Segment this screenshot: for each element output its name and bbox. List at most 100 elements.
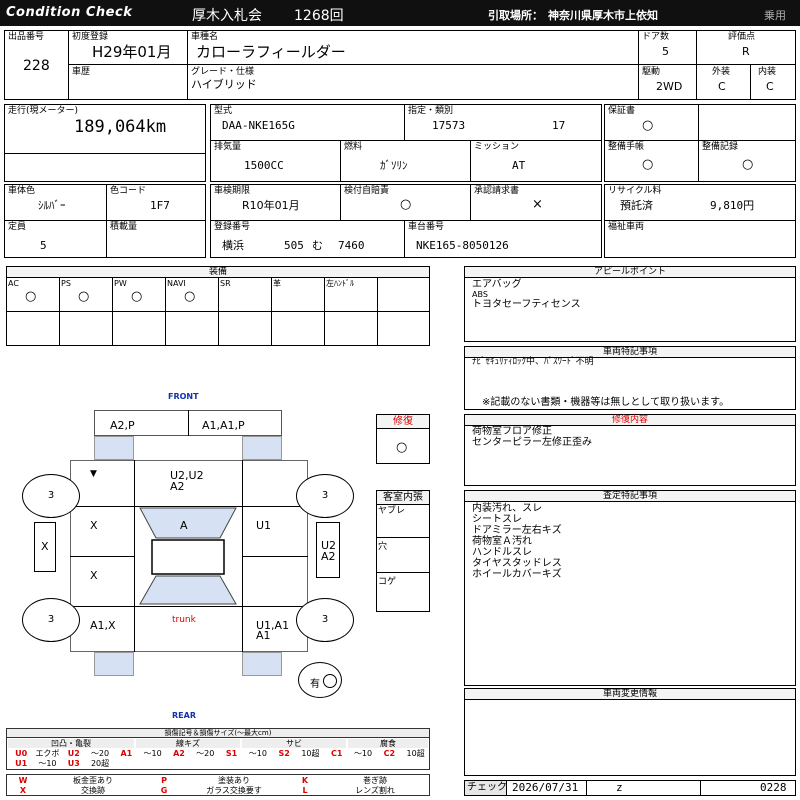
damage-front-left: A2,P — [110, 419, 135, 432]
legend-cell: U0 — [15, 749, 28, 758]
cabin-item: ヤブレ — [378, 506, 406, 516]
drive-label: 駆動 — [642, 67, 661, 77]
appeal-line: ABS — [472, 290, 488, 299]
inspection-note-line: ホイールカバーキズ — [472, 569, 562, 580]
legend-cell: S2 — [278, 749, 290, 758]
legend-cell: 〜20 — [196, 749, 215, 758]
fuel-label: 燃料 — [344, 142, 363, 152]
legend-cell: C1 — [331, 749, 343, 758]
plate-class: 505 — [284, 239, 304, 252]
legend-group: サビ — [242, 739, 346, 748]
exterior-label: 外装 — [712, 67, 731, 77]
inspection-note-line: タイヤスタッドレス — [472, 558, 562, 569]
first-reg-label: 初度登録 — [72, 32, 109, 42]
chassis-label: 車台番号 — [408, 222, 445, 232]
cabin-item: 穴 — [378, 542, 388, 552]
legend-cell: エクボ — [35, 749, 60, 758]
tire-rear-left: 3 — [22, 598, 80, 642]
interior-label: 内装 — [758, 67, 777, 77]
plate-number: 7460 — [338, 239, 365, 252]
equipment-label: 革 — [273, 279, 281, 288]
class-value: 17 — [552, 119, 566, 132]
inspection-label: 車検期限 — [214, 186, 251, 196]
legend-cell: C2 — [383, 749, 396, 758]
car-name-value: カローラフィールダー — [196, 43, 346, 61]
tire-rear-right: 3 — [296, 598, 354, 642]
damage-right-side-2: A2 — [321, 550, 336, 563]
notes-line-2: ※記載のない書類・機器等は無しとして取り扱います。 — [482, 397, 730, 408]
notes-line-1: ﾅﾋﾞｾｷｭﾘﾃｨﾛｯｸ中、ﾊﾟｽﾜｰﾄﾞ不明 — [472, 357, 594, 367]
legend-cell: 10超 — [301, 749, 320, 758]
spare-label: 有 — [310, 679, 320, 690]
inspection-notes-title: 査定特記事項 — [465, 491, 795, 502]
check-z: z — [616, 781, 623, 794]
header-bar: Condition Check 厚木入札会 1268回 引取場所： 神奈川県厚木… — [0, 0, 800, 26]
repair-detail-line: センターピラー左修正歪み — [472, 437, 592, 448]
legend-code-value: 交換跡 — [81, 786, 105, 795]
legend-code-key: L — [302, 786, 308, 795]
equipment-label: 左ﾊﾝﾄﾞﾙ — [326, 279, 354, 288]
check-date: 2026/07/31 — [512, 781, 579, 794]
fuel-value: ｶﾞｿﾘﾝ — [380, 159, 408, 172]
auction-session: 1268回 — [294, 8, 344, 24]
roof-glass — [139, 507, 237, 605]
appeal-title: アピールポイント — [465, 267, 795, 278]
legend-group: 凹凸・亀裂 — [8, 739, 134, 748]
welfare-label: 福祉車両 — [608, 222, 645, 232]
wiper-icon: ▼ — [90, 469, 97, 479]
lot-label: 出品番号 — [8, 32, 45, 42]
inspection-block — [210, 184, 602, 258]
score-label: 評価点 — [728, 32, 756, 42]
equipment-label: NAVI — [167, 279, 186, 288]
recycle-label: リサイクル料 — [608, 186, 662, 196]
plate-area: 横浜 — [222, 239, 244, 252]
damage-roof: A — [180, 519, 188, 532]
recycle-status: 預託済 — [620, 199, 653, 212]
legend-cell: 〜20 — [90, 749, 110, 758]
model-value: DAA-NKE165G — [222, 119, 295, 132]
legend-cell: S1 — [225, 749, 238, 758]
warranty-value: ○ — [642, 118, 654, 133]
interior-value: C — [766, 80, 774, 93]
legend-cell: 〜10 — [248, 749, 267, 758]
equipment-label: PS — [61, 279, 71, 288]
change-info-panel — [464, 688, 796, 776]
mileage-label: 走行(現メーター) — [8, 106, 79, 116]
warranty-label: 保証書 — [608, 106, 636, 116]
mission-value: AT — [512, 159, 526, 172]
load-label: 積載量 — [110, 222, 138, 232]
tire-front-right: 3 — [296, 474, 354, 518]
legend-code-value: レンズ割れ — [355, 786, 395, 795]
legend-cell: 〜10 — [38, 759, 57, 768]
inspection-note-line: ドアミラー左右キズ — [472, 525, 562, 536]
rear-fender-right — [242, 652, 282, 676]
damage-front-right: A1,A1,P — [202, 419, 245, 432]
doors-label: ドア数 — [642, 32, 670, 42]
legend-code-value: ガラス交換要す — [206, 786, 262, 795]
approval-value: × — [532, 197, 543, 212]
designation-label: 指定・類別 — [408, 106, 454, 116]
maintenance-label: 整備手帳 — [608, 142, 645, 152]
rear-label: REAR — [172, 711, 196, 720]
rear-fender-left — [94, 652, 134, 676]
inspection-note-line: 内装汚れ、スレ — [472, 503, 543, 514]
legend-cell: 〜10 — [143, 749, 162, 758]
lot-number: 228 — [23, 58, 50, 74]
inspection-value: R10年01月 — [242, 199, 300, 212]
record-label: 整備記録 — [702, 142, 739, 152]
insurance-label: 検付自賠責 — [344, 186, 390, 196]
front-fender-right — [242, 436, 282, 460]
damage-left-door-rear: X — [90, 569, 98, 582]
inspection-note-line: 荷物室Ａ汚れ — [472, 536, 532, 547]
cabin-item: コゲ — [378, 577, 397, 587]
mileage-value: 189,064km — [74, 117, 167, 137]
legend-code-key: W — [18, 776, 28, 785]
pickup-place: 神奈川県厚木市上依知 — [548, 9, 658, 22]
first-reg-value: H29年01月 — [92, 43, 172, 61]
displacement-value: 1500CC — [244, 159, 284, 172]
legend-code-key: P — [161, 776, 167, 785]
legend-cell: A2 — [173, 749, 185, 758]
legend-code-key: G — [160, 786, 168, 795]
logo: Condition Check — [6, 5, 133, 20]
legend-code-value: 板金歪あり — [73, 776, 113, 785]
